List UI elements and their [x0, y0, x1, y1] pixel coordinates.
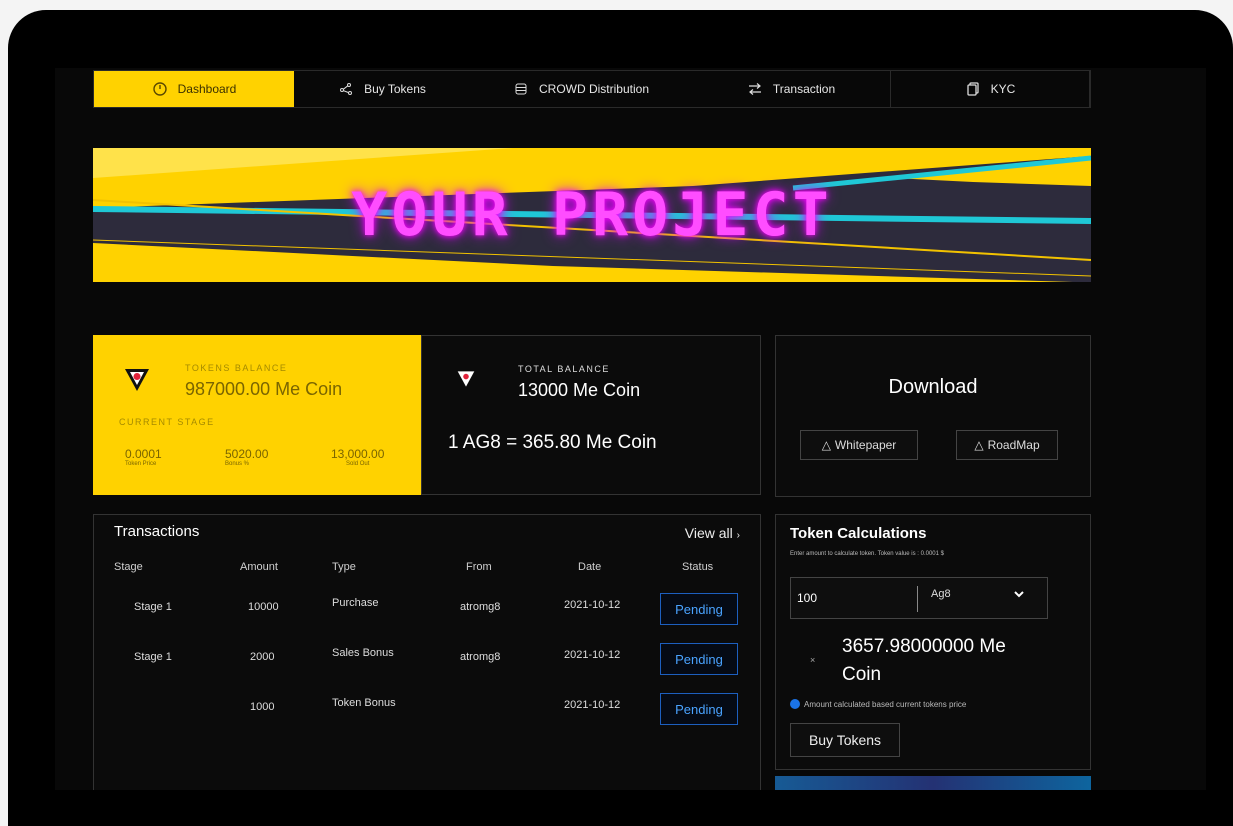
stat-bonus: 5020.00 Bonus %	[225, 447, 268, 467]
cell-date: 2021-10-12	[564, 699, 621, 711]
documents-icon	[967, 82, 979, 96]
cell-type: Purchase	[332, 597, 379, 609]
amount-input[interactable]	[797, 586, 907, 610]
cell-amount: 1000	[250, 701, 275, 713]
flask-icon: △	[821, 438, 831, 452]
flask-icon: △	[974, 438, 984, 452]
input-divider	[917, 586, 918, 612]
status-badge[interactable]: Pending	[660, 593, 738, 625]
stat-token-price-value: 0.0001	[125, 447, 162, 461]
view-all-label: View all	[684, 525, 733, 541]
buy-tokens-button[interactable]: Buy Tokens	[790, 723, 900, 757]
currency-select[interactable]: Ag8	[931, 588, 951, 600]
tab-crowd-distribution-label: CROWD Distribution	[538, 82, 649, 96]
tab-buy-tokens-label: Buy Tokens	[364, 82, 426, 96]
transactions-title: Transactions	[114, 523, 200, 540]
roadmap-label: RoadMap	[987, 438, 1040, 452]
column-header-date: Date	[578, 561, 602, 573]
result-line-2: Coin	[842, 664, 882, 685]
tab-kyc[interactable]: KYC	[890, 71, 1090, 107]
amount-input-group: Ag8	[790, 577, 1048, 619]
tab-dashboard[interactable]: Dashboard	[94, 71, 294, 107]
multiply-sign: ×	[810, 655, 816, 665]
chevron-right-icon: ›	[736, 530, 740, 541]
calculator-title: Token Calculations	[790, 525, 927, 542]
stat-bonus-value: 5020.00	[225, 447, 269, 461]
device-frame: Dashboard Buy Tokens CROWD Distribution …	[8, 10, 1233, 826]
tab-transaction[interactable]: Transaction	[692, 71, 890, 107]
project-banner: YOUR PROJECT	[93, 148, 1091, 282]
stat-sold-out-value: 13,000.00	[331, 447, 385, 461]
column-header-stage: Stage	[114, 561, 143, 573]
cell-type: Sales Bonus	[332, 647, 394, 659]
cell-amount: 2000	[250, 651, 275, 663]
tab-crowd-distribution[interactable]: CROWD Distribution	[470, 71, 692, 107]
dashboard-icon	[152, 82, 167, 96]
column-header-type: Type	[332, 561, 356, 573]
calculator-hint: Enter amount to calculate token. Token v…	[790, 551, 944, 557]
download-title: Download	[888, 376, 978, 398]
column-header-amount: Amount	[240, 561, 278, 573]
current-stage-label: CURRENT STAGE	[119, 417, 215, 427]
status-badge[interactable]: Pending	[660, 693, 738, 725]
chevron-down-icon[interactable]	[1013, 588, 1025, 600]
token-calculator-card: Token Calculations Enter amount to calcu…	[775, 514, 1091, 770]
whitepaper-label: Whitepaper	[834, 438, 897, 452]
status-badge[interactable]: Pending	[660, 643, 738, 675]
stat-token-price-caption: Token Price	[125, 461, 157, 467]
stack-icon	[515, 83, 527, 95]
banner-title: YOUR PROJECT	[351, 180, 833, 250]
tab-kyc-label: KYC	[990, 82, 1016, 96]
tokens-balance-card: TOKENS BALANCE 987000.00 Me Coin CURRENT…	[93, 335, 421, 495]
view-all-link[interactable]: View all ›	[685, 525, 740, 541]
stat-sold-out: 13,000.00 Sold Out	[331, 447, 384, 467]
stat-token-price: 0.0001 Token Price	[125, 447, 162, 467]
total-balance-card: TOTAL BALANCE 13000 Me Coin 1 AG8 = 365.…	[421, 335, 761, 495]
calculator-note-text: Amount calculated based current tokens p…	[804, 699, 967, 709]
coin-logo-icon	[457, 371, 475, 387]
total-balance-value: 13000 Me Coin	[518, 380, 641, 400]
stat-sold-out-caption: Sold Out	[346, 461, 370, 467]
result-line-1: 3657.98000000 Me	[842, 636, 1006, 657]
network-icon	[340, 83, 353, 95]
cell-stage: Stage 1	[134, 601, 172, 613]
cell-stage: Stage 1	[134, 651, 172, 663]
cell-type: Token Bonus	[332, 697, 396, 709]
calculated-result: 3657.98000000 Me Coin	[842, 633, 1052, 689]
tokens-balance-value: 987000.00 Me Coin	[185, 379, 343, 399]
top-nav: Dashboard Buy Tokens CROWD Distribution …	[93, 70, 1091, 108]
info-dot-icon	[790, 699, 800, 709]
cell-date: 2021-10-12	[564, 599, 621, 611]
next-card-peek	[775, 776, 1091, 790]
tab-dashboard-label: Dashboard	[177, 82, 237, 96]
column-header-status: Status	[682, 561, 714, 573]
exchange-rate: 1 AG8 = 365.80 Me Coin	[448, 432, 657, 453]
roadmap-button[interactable]: △ RoadMap	[956, 430, 1058, 460]
cell-amount: 10000	[248, 601, 279, 613]
cell-from: atromg8	[460, 601, 501, 613]
tab-buy-tokens[interactable]: Buy Tokens	[294, 71, 470, 107]
tokens-balance-label: TOKENS BALANCE	[185, 363, 288, 373]
coin-logo-icon	[125, 369, 149, 391]
app-screen: Dashboard Buy Tokens CROWD Distribution …	[55, 68, 1206, 790]
cell-date: 2021-10-12	[564, 649, 621, 661]
cell-from: atromg8	[460, 651, 501, 663]
whitepaper-button[interactable]: △ Whitepaper	[800, 430, 918, 460]
transactions-card: Transactions View all › Stage Amount Typ…	[93, 514, 761, 790]
calculator-note: Amount calculated based current tokens p…	[790, 699, 966, 709]
download-card: Download △ Whitepaper △ RoadMap	[775, 335, 1091, 497]
column-header-from: From	[466, 561, 492, 573]
total-balance-label: TOTAL BALANCE	[518, 364, 610, 374]
swap-arrows-icon	[748, 83, 761, 95]
tab-transaction-label: Transaction	[772, 82, 836, 96]
stat-bonus-caption: Bonus %	[225, 461, 250, 467]
